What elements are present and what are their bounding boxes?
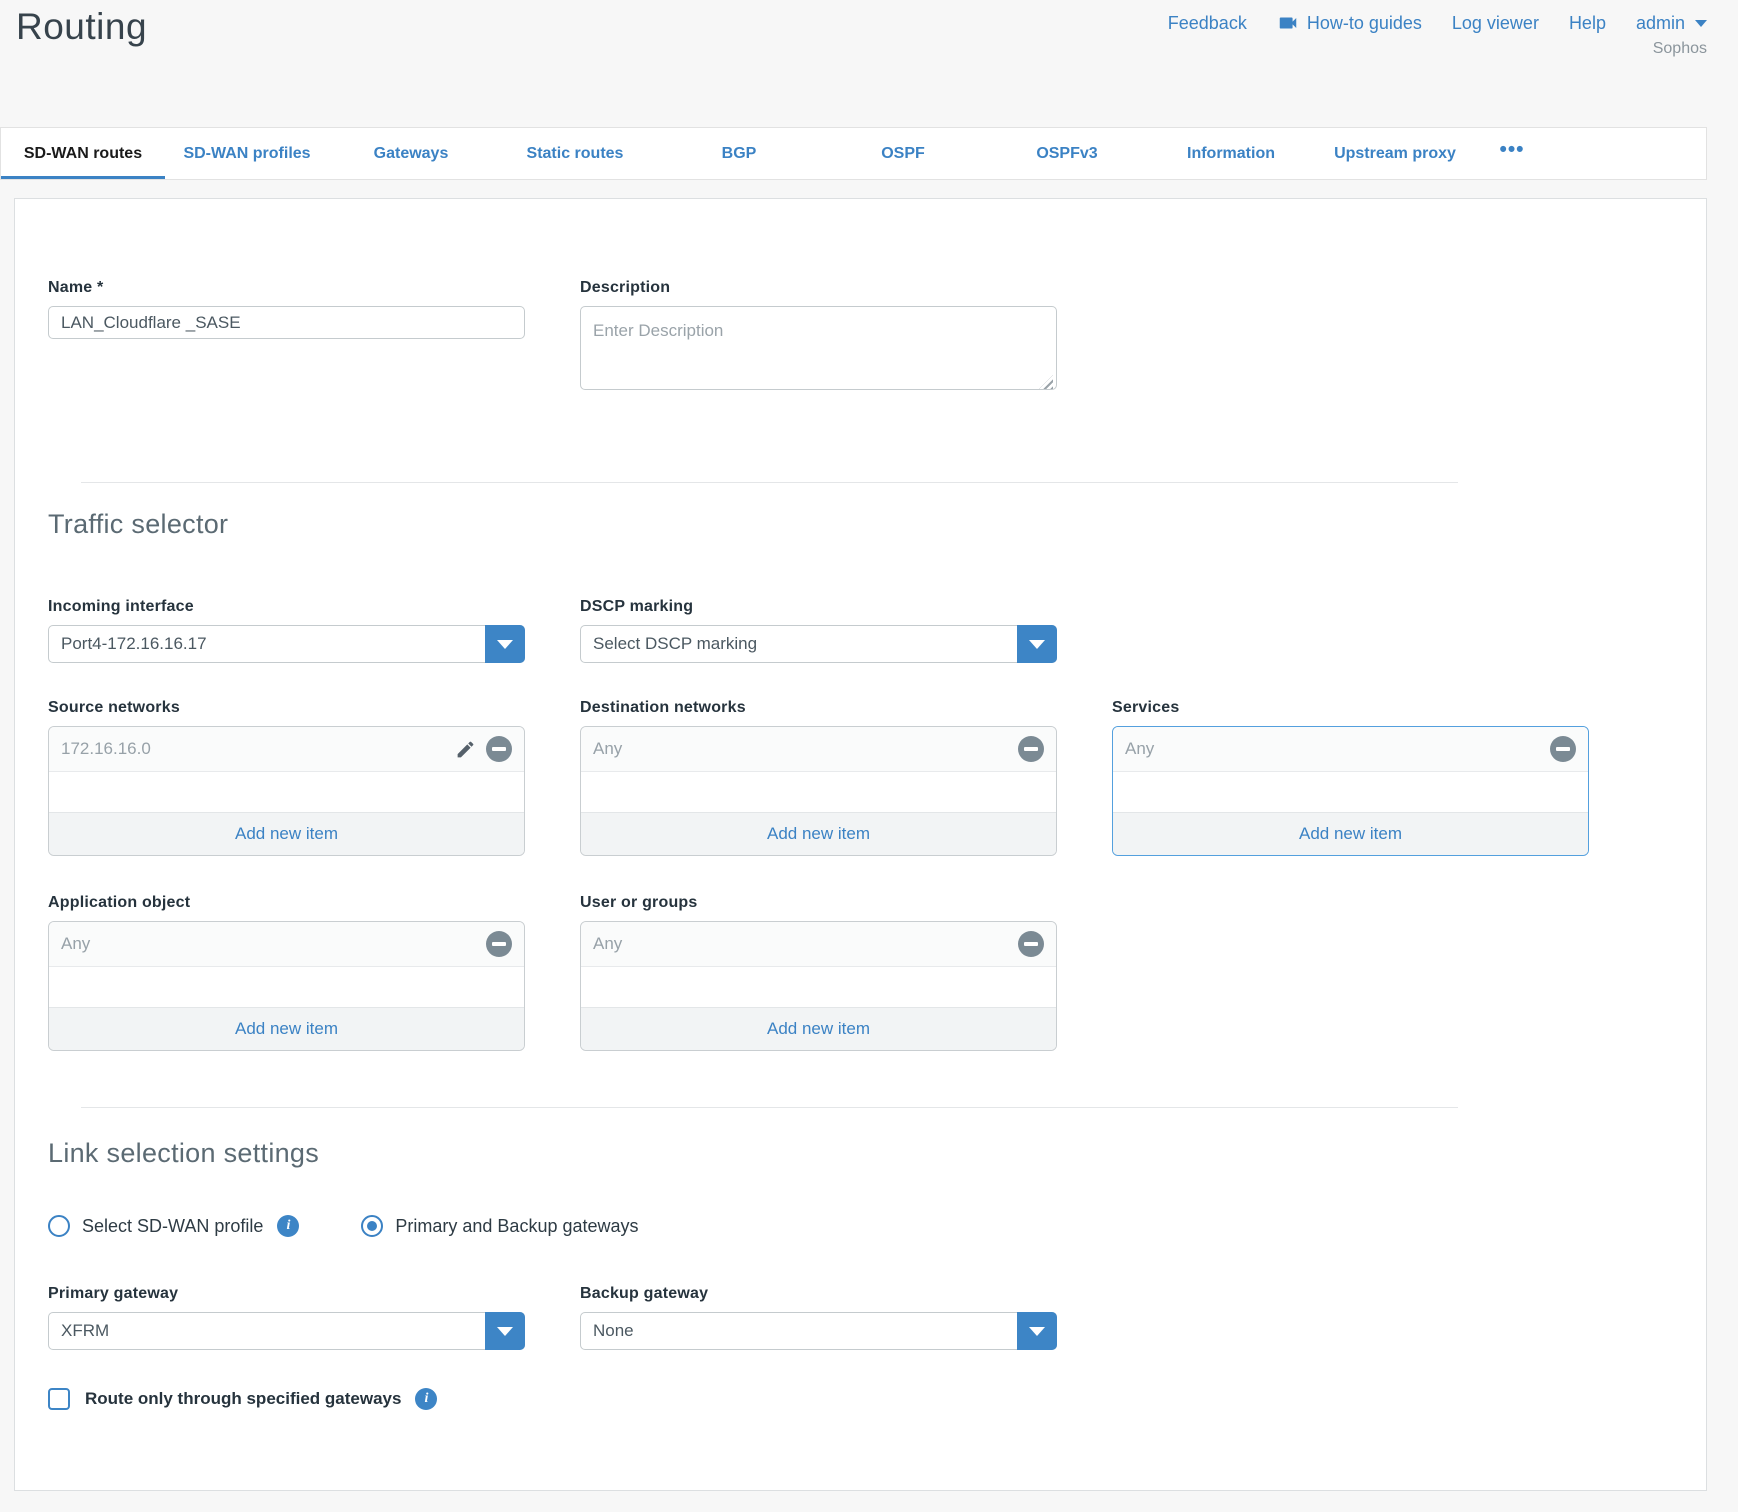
name-input[interactable] bbox=[48, 306, 525, 339]
page-title: Routing bbox=[16, 6, 147, 48]
remove-item-icon[interactable] bbox=[486, 736, 512, 762]
chevron-down-icon bbox=[497, 1327, 513, 1336]
listbox-spacer bbox=[49, 967, 524, 1007]
section-divider bbox=[81, 1107, 1458, 1108]
route-only-checkbox-label: Route only through specified gateways bbox=[85, 1389, 401, 1409]
chevron-down-icon bbox=[1029, 1327, 1045, 1336]
traffic-selector-heading: Traffic selector bbox=[48, 509, 1673, 540]
log-viewer-link[interactable]: Log viewer bbox=[1452, 13, 1539, 34]
edit-pencil-icon[interactable] bbox=[455, 739, 476, 760]
feedback-link[interactable]: Feedback bbox=[1168, 13, 1247, 34]
chevron-down-icon bbox=[497, 640, 513, 649]
user-or-groups-label: User or groups bbox=[580, 894, 1057, 912]
add-new-item-button[interactable]: Add new item bbox=[581, 1007, 1056, 1050]
list-item: 172.16.16.0 bbox=[49, 727, 524, 772]
tab-ospfv3[interactable]: OSPFv3 bbox=[985, 128, 1149, 179]
listbox-spacer bbox=[1113, 772, 1588, 812]
remove-item-icon[interactable] bbox=[1018, 736, 1044, 762]
primary-gateway-label: Primary gateway bbox=[48, 1285, 525, 1303]
incoming-interface-label: Incoming interface bbox=[48, 598, 525, 616]
route-only-checkbox[interactable] bbox=[48, 1388, 70, 1410]
help-link[interactable]: Help bbox=[1569, 13, 1606, 34]
main-card: Name * Description Traffic selector Inco… bbox=[14, 198, 1707, 1491]
section-divider bbox=[81, 482, 1458, 483]
tab-ospf[interactable]: OSPF bbox=[821, 128, 985, 179]
tab-upstream-proxy[interactable]: Upstream proxy bbox=[1313, 128, 1477, 179]
header-links: Feedback How-to guides Log viewer Help a… bbox=[1168, 12, 1707, 34]
radio-selected-icon[interactable] bbox=[361, 1215, 383, 1237]
dscp-marking-dropdown[interactable]: Select DSCP marking bbox=[580, 625, 1057, 663]
tab-information[interactable]: Information bbox=[1149, 128, 1313, 179]
dropdown-arrow-button[interactable] bbox=[485, 1312, 525, 1350]
info-icon[interactable]: i bbox=[277, 1215, 299, 1237]
admin-menu[interactable]: admin bbox=[1636, 13, 1707, 34]
remove-item-icon[interactable] bbox=[486, 931, 512, 957]
tab-sdwan-routes[interactable]: SD-WAN routes bbox=[1, 128, 165, 179]
howto-guides-link[interactable]: How-to guides bbox=[1277, 12, 1422, 34]
add-new-item-button[interactable]: Add new item bbox=[49, 1007, 524, 1050]
dscp-marking-label: DSCP marking bbox=[580, 598, 1057, 616]
description-label: Description bbox=[580, 279, 1057, 297]
radio-primary-backup-gateways[interactable]: Primary and Backup gateways bbox=[361, 1215, 638, 1237]
tab-sdwan-profiles[interactable]: SD-WAN profiles bbox=[165, 128, 329, 179]
list-item: Any bbox=[581, 922, 1056, 967]
brand-label: Sophos bbox=[1653, 40, 1707, 58]
tab-overflow-menu[interactable]: ••• bbox=[1477, 128, 1547, 179]
dropdown-arrow-button[interactable] bbox=[1017, 625, 1057, 663]
services-listbox: Any Add new item bbox=[1112, 726, 1589, 856]
add-new-item-button[interactable]: Add new item bbox=[49, 812, 524, 855]
info-icon[interactable]: i bbox=[415, 1388, 437, 1410]
application-object-label: Application object bbox=[48, 894, 525, 912]
primary-gateway-dropdown[interactable]: XFRM bbox=[48, 1312, 525, 1350]
tab-gateways[interactable]: Gateways bbox=[329, 128, 493, 179]
link-selection-heading: Link selection settings bbox=[48, 1138, 1673, 1169]
dropdown-arrow-button[interactable] bbox=[1017, 1312, 1057, 1350]
remove-item-icon[interactable] bbox=[1018, 931, 1044, 957]
remove-item-icon[interactable] bbox=[1550, 736, 1576, 762]
list-item: Any bbox=[49, 922, 524, 967]
chevron-down-icon bbox=[1029, 640, 1045, 649]
page-header: Routing Feedback How-to guides Log viewe… bbox=[0, 0, 1738, 127]
dropdown-arrow-button[interactable] bbox=[485, 625, 525, 663]
backup-gateway-label: Backup gateway bbox=[580, 1285, 1057, 1303]
incoming-interface-dropdown[interactable]: Port4-172.16.16.17 bbox=[48, 625, 525, 663]
source-networks-label: Source networks bbox=[48, 699, 525, 717]
services-label: Services bbox=[1112, 699, 1589, 717]
add-new-item-button[interactable]: Add new item bbox=[1113, 812, 1588, 855]
tab-static-routes[interactable]: Static routes bbox=[493, 128, 657, 179]
description-textarea[interactable] bbox=[580, 306, 1057, 390]
radio-select-sdwan-profile[interactable]: Select SD-WAN profile i bbox=[48, 1215, 299, 1237]
backup-gateway-dropdown[interactable]: None bbox=[580, 1312, 1057, 1350]
destination-networks-label: Destination networks bbox=[580, 699, 1057, 717]
videocam-icon bbox=[1277, 12, 1299, 34]
list-item: Any bbox=[1113, 727, 1588, 772]
add-new-item-button[interactable]: Add new item bbox=[581, 812, 1056, 855]
name-label: Name * bbox=[48, 279, 525, 297]
source-networks-listbox: 172.16.16.0 Add new item bbox=[48, 726, 525, 856]
chevron-down-icon bbox=[1695, 20, 1707, 27]
listbox-spacer bbox=[581, 967, 1056, 1007]
listbox-spacer bbox=[49, 772, 524, 812]
tab-bgp[interactable]: BGP bbox=[657, 128, 821, 179]
destination-networks-listbox: Any Add new item bbox=[580, 726, 1057, 856]
radio-unselected-icon[interactable] bbox=[48, 1215, 70, 1237]
user-or-groups-listbox: Any Add new item bbox=[580, 921, 1057, 1051]
listbox-spacer bbox=[581, 772, 1056, 812]
tab-bar: SD-WAN routes SD-WAN profiles Gateways S… bbox=[0, 127, 1707, 180]
list-item: Any bbox=[581, 727, 1056, 772]
application-object-listbox: Any Add new item bbox=[48, 921, 525, 1051]
